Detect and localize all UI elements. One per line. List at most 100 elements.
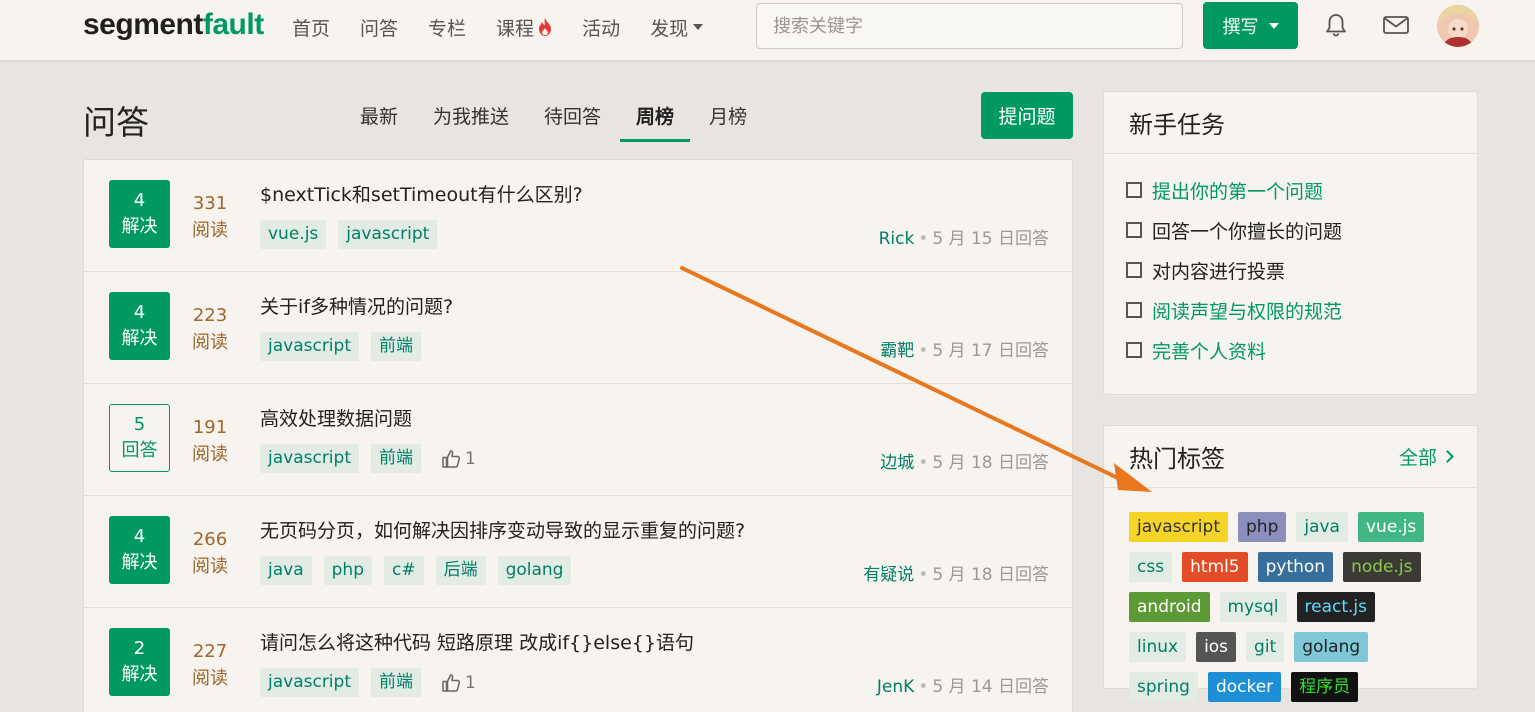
nav-home[interactable]: 首页 bbox=[292, 14, 330, 41]
question-tags: javascript 前端 1 bbox=[260, 668, 476, 697]
tag[interactable]: javascript bbox=[260, 668, 359, 697]
view-all-tags-link[interactable]: 全部 bbox=[1399, 443, 1454, 470]
view-label: 阅读 bbox=[192, 332, 228, 353]
view-label: 阅读 bbox=[192, 444, 228, 465]
view-number: 266 bbox=[192, 529, 228, 550]
task-label: 提出你的第一个问题 bbox=[1152, 180, 1324, 203]
tab-unanswered[interactable]: 待回答 bbox=[528, 98, 617, 139]
nav-qa[interactable]: 问答 bbox=[360, 14, 398, 41]
author-link[interactable]: 边城 bbox=[880, 453, 914, 473]
hot-tag[interactable]: docker bbox=[1207, 672, 1282, 702]
user-avatar[interactable] bbox=[1437, 5, 1479, 47]
question-title[interactable]: 请问怎么将这种代码 短路原理 改成if{}else{}语句 bbox=[260, 628, 694, 655]
question-title[interactable]: $nextTick和setTimeout有什么区别? bbox=[260, 180, 583, 207]
tag[interactable]: 前端 bbox=[371, 668, 421, 697]
ask-question-button[interactable]: 提问题 bbox=[981, 92, 1073, 139]
tag[interactable]: 前端 bbox=[371, 332, 421, 361]
answer-status: 解决 bbox=[121, 216, 158, 237]
chevron-right-icon bbox=[1441, 450, 1454, 463]
hot-tag[interactable]: spring bbox=[1129, 672, 1198, 702]
tag[interactable]: javascript bbox=[338, 220, 438, 249]
tag[interactable]: 前端 bbox=[371, 444, 421, 473]
tab-latest[interactable]: 最新 bbox=[344, 98, 414, 139]
question-tags: vue.js javascript bbox=[260, 220, 449, 249]
question-tags: javascript 前端 1 bbox=[260, 444, 476, 473]
answer-date: 5 月 15 日回答 bbox=[932, 229, 1049, 249]
hot-tag[interactable]: css bbox=[1129, 552, 1173, 582]
write-button[interactable]: 撰写 bbox=[1203, 2, 1298, 49]
search-input[interactable] bbox=[756, 3, 1183, 49]
answer-date: 5 月 14 日回答 bbox=[932, 677, 1049, 697]
hot-tag[interactable]: html5 bbox=[1182, 552, 1248, 582]
hot-tag[interactable]: php bbox=[1238, 512, 1287, 542]
checkbox[interactable] bbox=[1126, 302, 1142, 318]
checkbox[interactable] bbox=[1126, 262, 1142, 278]
author-link[interactable]: Rick bbox=[879, 229, 915, 249]
author-link[interactable]: 霸靶 bbox=[880, 341, 914, 361]
hot-tag[interactable]: 程序员 bbox=[1291, 672, 1359, 702]
question-title[interactable]: 关于if多种情况的问题? bbox=[260, 292, 453, 319]
site-logo[interactable]: segmentfault bbox=[83, 8, 264, 42]
nav-courses[interactable]: 课程 bbox=[496, 14, 552, 41]
hot-tag[interactable]: ios bbox=[1196, 632, 1237, 662]
tag[interactable]: golang bbox=[497, 556, 572, 585]
nav-events[interactable]: 活动 bbox=[582, 14, 620, 41]
hot-tag[interactable]: java bbox=[1296, 512, 1348, 542]
hot-tag[interactable]: node.js bbox=[1343, 552, 1421, 582]
task-item[interactable]: 提出你的第一个问题 bbox=[1126, 170, 1455, 210]
author-link[interactable]: JenK bbox=[877, 677, 914, 697]
view-label: 阅读 bbox=[192, 668, 228, 689]
like-number: 1 bbox=[465, 448, 476, 469]
tab-monthly[interactable]: 月榜 bbox=[693, 98, 763, 139]
answer-count: 5 bbox=[133, 414, 146, 435]
question-meta: JenK • 5 月 14 日回答 bbox=[876, 677, 1049, 697]
nav-column[interactable]: 专栏 bbox=[428, 14, 466, 41]
tag[interactable]: java bbox=[260, 556, 312, 585]
question-list: 4 解决 331 阅读 $nextTick和setTimeout有什么区别? vue… bbox=[83, 159, 1073, 712]
like-count[interactable]: 1 bbox=[441, 449, 476, 469]
tab-recommended[interactable]: 为我推送 bbox=[417, 98, 525, 139]
mail-icon[interactable] bbox=[1382, 14, 1410, 36]
tag[interactable]: php bbox=[323, 556, 372, 585]
tag[interactable]: vue.js bbox=[260, 220, 327, 249]
like-count[interactable]: 1 bbox=[441, 673, 476, 693]
answer-date: 5 月 18 日回答 bbox=[932, 565, 1049, 585]
checkbox[interactable] bbox=[1126, 222, 1142, 238]
tag[interactable]: c# bbox=[383, 556, 424, 585]
answer-count-badge: 4 解决 bbox=[109, 180, 170, 248]
hot-tag[interactable]: mysql bbox=[1219, 592, 1287, 622]
task-label: 完善个人资料 bbox=[1152, 340, 1267, 363]
hot-tag[interactable]: javascript bbox=[1129, 512, 1228, 542]
tag[interactable]: javascript bbox=[260, 444, 359, 473]
hot-tag[interactable]: golang bbox=[1294, 632, 1369, 662]
question-row: 4 解决 223 阅读 关于if多种情况的问题? javascript 前端 霸靶 •… bbox=[84, 272, 1072, 384]
author-link[interactable]: 有疑说 bbox=[863, 565, 914, 585]
hot-tag[interactable]: react.js bbox=[1296, 592, 1376, 622]
question-row: 2 解决 227 阅读 请问怎么将这种代码 短路原理 改成if{}else{}语句 … bbox=[84, 608, 1072, 712]
task-item[interactable]: 回答一个你擅长的问题 bbox=[1126, 210, 1455, 250]
checkbox[interactable] bbox=[1126, 342, 1142, 358]
view-number: 227 bbox=[192, 641, 228, 662]
tab-weekly[interactable]: 周榜 bbox=[620, 98, 691, 142]
card-header: 新手任务 bbox=[1104, 92, 1477, 154]
question-title[interactable]: 高效处理数据问题 bbox=[260, 404, 412, 431]
task-item[interactable]: 完善个人资料 bbox=[1126, 330, 1455, 370]
task-item[interactable]: 对内容进行投票 bbox=[1126, 250, 1455, 290]
nav-discover[interactable]: 发现 bbox=[650, 14, 704, 41]
tag[interactable]: 后端 bbox=[435, 556, 486, 585]
question-row: 5 回答 191 阅读 高效处理数据问题 javascript 前端 1 边城 • 5 … bbox=[84, 384, 1072, 496]
avatar-image bbox=[1437, 5, 1479, 47]
checkbox[interactable] bbox=[1126, 182, 1142, 198]
card-title: 新手任务 bbox=[1129, 111, 1225, 139]
hot-tag[interactable]: linux bbox=[1129, 632, 1187, 662]
answer-status: 回答 bbox=[121, 440, 158, 461]
question-title[interactable]: 无页码分页，如何解决因排序变动导致的显示重复的问题? bbox=[260, 516, 745, 543]
hot-tag[interactable]: python bbox=[1257, 552, 1334, 582]
hot-tag[interactable]: vue.js bbox=[1357, 512, 1425, 542]
task-label: 阅读声望与权限的规范 bbox=[1152, 300, 1343, 323]
tag[interactable]: javascript bbox=[260, 332, 359, 361]
hot-tag[interactable]: android bbox=[1129, 592, 1210, 622]
bell-icon[interactable] bbox=[1323, 12, 1349, 38]
hot-tag[interactable]: git bbox=[1246, 632, 1285, 662]
task-item[interactable]: 阅读声望与权限的规范 bbox=[1126, 290, 1455, 330]
